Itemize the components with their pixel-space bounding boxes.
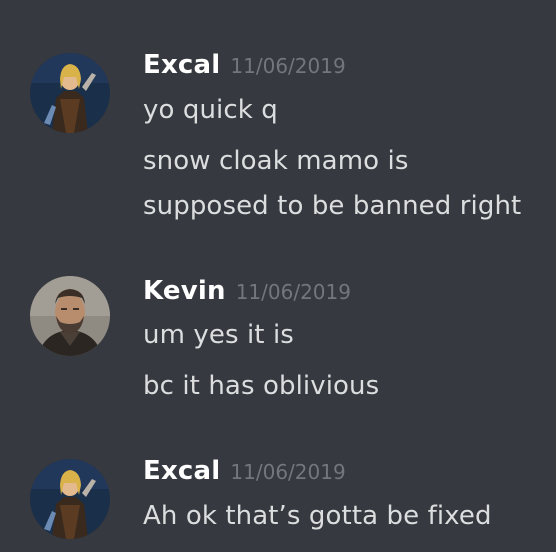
excal-avatar-icon — [30, 53, 110, 133]
message-text: yo quick q — [143, 95, 278, 125]
excal-avatar-icon — [30, 459, 110, 539]
timestamp[interactable]: 11/06/2019 — [230, 460, 345, 484]
message-text: um yes it is — [143, 320, 294, 350]
username[interactable]: Excal — [143, 456, 220, 486]
timestamp[interactable]: 11/06/2019 — [236, 280, 351, 304]
timestamp[interactable]: 11/06/2019 — [230, 54, 345, 78]
kevin-avatar-icon — [30, 276, 110, 356]
avatar[interactable] — [30, 276, 110, 356]
avatar[interactable] — [30, 53, 110, 133]
message-text: supposed to be banned right — [143, 191, 522, 221]
username[interactable]: Kevin — [143, 276, 226, 306]
username[interactable]: Excal — [143, 50, 220, 80]
message-text: snow cloak mamo is — [143, 146, 409, 176]
message-header: Excal 11/06/2019 — [143, 50, 346, 80]
message-text: Ah ok that’s gotta be fixed — [143, 501, 492, 531]
message-header: Excal 11/06/2019 — [143, 456, 346, 486]
avatar[interactable] — [30, 459, 110, 539]
previous-message-fragment: ’ — [338, 0, 352, 5]
message-text: bc it has oblivious — [143, 371, 380, 401]
message-header: Kevin 11/06/2019 — [143, 276, 351, 306]
